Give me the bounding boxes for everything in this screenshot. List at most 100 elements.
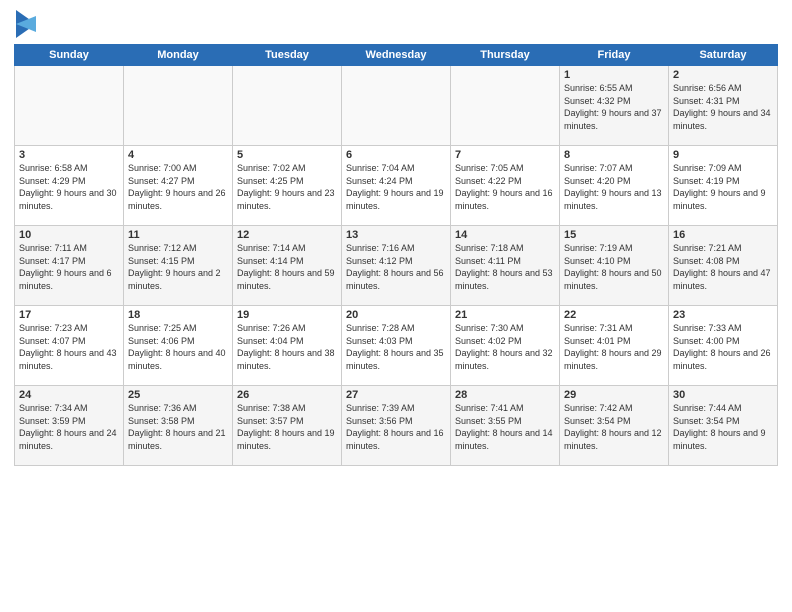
day-number: 2 (673, 69, 773, 81)
calendar-cell: 5Sunrise: 7:02 AM Sunset: 4:25 PM Daylig… (233, 146, 342, 226)
calendar-cell: 26Sunrise: 7:38 AM Sunset: 3:57 PM Dayli… (233, 386, 342, 466)
day-info: Sunrise: 7:36 AM Sunset: 3:58 PM Dayligh… (128, 402, 228, 452)
day-header-friday: Friday (560, 45, 669, 66)
day-number: 9 (673, 149, 773, 161)
day-info: Sunrise: 6:55 AM Sunset: 4:32 PM Dayligh… (564, 82, 664, 132)
calendar-cell: 1Sunrise: 6:55 AM Sunset: 4:32 PM Daylig… (560, 66, 669, 146)
logo (14, 14, 36, 38)
calendar-cell: 12Sunrise: 7:14 AM Sunset: 4:14 PM Dayli… (233, 226, 342, 306)
day-number: 29 (564, 389, 664, 401)
day-info: Sunrise: 7:02 AM Sunset: 4:25 PM Dayligh… (237, 162, 337, 212)
header (14, 10, 778, 38)
day-info: Sunrise: 7:38 AM Sunset: 3:57 PM Dayligh… (237, 402, 337, 452)
calendar-cell: 19Sunrise: 7:26 AM Sunset: 4:04 PM Dayli… (233, 306, 342, 386)
calendar-cell: 30Sunrise: 7:44 AM Sunset: 3:54 PM Dayli… (669, 386, 778, 466)
day-number: 27 (346, 389, 446, 401)
calendar-cell: 25Sunrise: 7:36 AM Sunset: 3:58 PM Dayli… (124, 386, 233, 466)
day-number: 18 (128, 309, 228, 321)
calendar-cell: 8Sunrise: 7:07 AM Sunset: 4:20 PM Daylig… (560, 146, 669, 226)
day-number: 30 (673, 389, 773, 401)
day-number: 8 (564, 149, 664, 161)
calendar-cell: 3Sunrise: 6:58 AM Sunset: 4:29 PM Daylig… (15, 146, 124, 226)
calendar-cell: 14Sunrise: 7:18 AM Sunset: 4:11 PM Dayli… (451, 226, 560, 306)
calendar-cell: 24Sunrise: 7:34 AM Sunset: 3:59 PM Dayli… (15, 386, 124, 466)
day-info: Sunrise: 7:05 AM Sunset: 4:22 PM Dayligh… (455, 162, 555, 212)
day-number: 1 (564, 69, 664, 81)
day-number: 17 (19, 309, 119, 321)
day-number: 12 (237, 229, 337, 241)
day-number: 21 (455, 309, 555, 321)
day-number: 10 (19, 229, 119, 241)
week-row-3: 10Sunrise: 7:11 AM Sunset: 4:17 PM Dayli… (15, 226, 778, 306)
day-info: Sunrise: 7:21 AM Sunset: 4:08 PM Dayligh… (673, 242, 773, 292)
logo-icon (16, 10, 36, 38)
day-number: 5 (237, 149, 337, 161)
day-info: Sunrise: 7:00 AM Sunset: 4:27 PM Dayligh… (128, 162, 228, 212)
day-info: Sunrise: 6:58 AM Sunset: 4:29 PM Dayligh… (19, 162, 119, 212)
day-info: Sunrise: 7:26 AM Sunset: 4:04 PM Dayligh… (237, 322, 337, 372)
day-header-thursday: Thursday (451, 45, 560, 66)
day-number: 26 (237, 389, 337, 401)
calendar-cell: 11Sunrise: 7:12 AM Sunset: 4:15 PM Dayli… (124, 226, 233, 306)
day-info: Sunrise: 7:39 AM Sunset: 3:56 PM Dayligh… (346, 402, 446, 452)
calendar-cell: 2Sunrise: 6:56 AM Sunset: 4:31 PM Daylig… (669, 66, 778, 146)
calendar-cell: 23Sunrise: 7:33 AM Sunset: 4:00 PM Dayli… (669, 306, 778, 386)
week-row-4: 17Sunrise: 7:23 AM Sunset: 4:07 PM Dayli… (15, 306, 778, 386)
day-info: Sunrise: 6:56 AM Sunset: 4:31 PM Dayligh… (673, 82, 773, 132)
day-number: 20 (346, 309, 446, 321)
day-number: 22 (564, 309, 664, 321)
day-number: 14 (455, 229, 555, 241)
day-info: Sunrise: 7:18 AM Sunset: 4:11 PM Dayligh… (455, 242, 555, 292)
day-number: 28 (455, 389, 555, 401)
day-number: 24 (19, 389, 119, 401)
page: SundayMondayTuesdayWednesdayThursdayFrid… (0, 0, 792, 612)
day-header-wednesday: Wednesday (342, 45, 451, 66)
calendar-cell: 6Sunrise: 7:04 AM Sunset: 4:24 PM Daylig… (342, 146, 451, 226)
day-info: Sunrise: 7:14 AM Sunset: 4:14 PM Dayligh… (237, 242, 337, 292)
day-header-tuesday: Tuesday (233, 45, 342, 66)
day-info: Sunrise: 7:31 AM Sunset: 4:01 PM Dayligh… (564, 322, 664, 372)
day-info: Sunrise: 7:42 AM Sunset: 3:54 PM Dayligh… (564, 402, 664, 452)
day-info: Sunrise: 7:07 AM Sunset: 4:20 PM Dayligh… (564, 162, 664, 212)
day-info: Sunrise: 7:41 AM Sunset: 3:55 PM Dayligh… (455, 402, 555, 452)
calendar-cell: 13Sunrise: 7:16 AM Sunset: 4:12 PM Dayli… (342, 226, 451, 306)
calendar-cell (233, 66, 342, 146)
day-info: Sunrise: 7:28 AM Sunset: 4:03 PM Dayligh… (346, 322, 446, 372)
day-number: 15 (564, 229, 664, 241)
week-row-2: 3Sunrise: 6:58 AM Sunset: 4:29 PM Daylig… (15, 146, 778, 226)
calendar-cell (451, 66, 560, 146)
header-row: SundayMondayTuesdayWednesdayThursdayFrid… (15, 45, 778, 66)
calendar-cell: 4Sunrise: 7:00 AM Sunset: 4:27 PM Daylig… (124, 146, 233, 226)
week-row-5: 24Sunrise: 7:34 AM Sunset: 3:59 PM Dayli… (15, 386, 778, 466)
calendar-cell: 16Sunrise: 7:21 AM Sunset: 4:08 PM Dayli… (669, 226, 778, 306)
week-row-1: 1Sunrise: 6:55 AM Sunset: 4:32 PM Daylig… (15, 66, 778, 146)
calendar-table: SundayMondayTuesdayWednesdayThursdayFrid… (14, 44, 778, 466)
day-info: Sunrise: 7:19 AM Sunset: 4:10 PM Dayligh… (564, 242, 664, 292)
calendar-cell: 18Sunrise: 7:25 AM Sunset: 4:06 PM Dayli… (124, 306, 233, 386)
calendar-cell (342, 66, 451, 146)
day-number: 23 (673, 309, 773, 321)
calendar-cell: 9Sunrise: 7:09 AM Sunset: 4:19 PM Daylig… (669, 146, 778, 226)
calendar-cell: 21Sunrise: 7:30 AM Sunset: 4:02 PM Dayli… (451, 306, 560, 386)
day-info: Sunrise: 7:11 AM Sunset: 4:17 PM Dayligh… (19, 242, 119, 292)
day-info: Sunrise: 7:44 AM Sunset: 3:54 PM Dayligh… (673, 402, 773, 452)
calendar-cell (15, 66, 124, 146)
day-info: Sunrise: 7:25 AM Sunset: 4:06 PM Dayligh… (128, 322, 228, 372)
calendar-cell: 7Sunrise: 7:05 AM Sunset: 4:22 PM Daylig… (451, 146, 560, 226)
calendar-cell (124, 66, 233, 146)
calendar-cell: 29Sunrise: 7:42 AM Sunset: 3:54 PM Dayli… (560, 386, 669, 466)
day-info: Sunrise: 7:23 AM Sunset: 4:07 PM Dayligh… (19, 322, 119, 372)
calendar-cell: 27Sunrise: 7:39 AM Sunset: 3:56 PM Dayli… (342, 386, 451, 466)
calendar-cell: 15Sunrise: 7:19 AM Sunset: 4:10 PM Dayli… (560, 226, 669, 306)
calendar-cell: 10Sunrise: 7:11 AM Sunset: 4:17 PM Dayli… (15, 226, 124, 306)
day-info: Sunrise: 7:12 AM Sunset: 4:15 PM Dayligh… (128, 242, 228, 292)
day-info: Sunrise: 7:16 AM Sunset: 4:12 PM Dayligh… (346, 242, 446, 292)
day-info: Sunrise: 7:33 AM Sunset: 4:00 PM Dayligh… (673, 322, 773, 372)
day-header-saturday: Saturday (669, 45, 778, 66)
calendar-cell: 22Sunrise: 7:31 AM Sunset: 4:01 PM Dayli… (560, 306, 669, 386)
day-number: 4 (128, 149, 228, 161)
day-info: Sunrise: 7:09 AM Sunset: 4:19 PM Dayligh… (673, 162, 773, 212)
day-number: 6 (346, 149, 446, 161)
day-number: 25 (128, 389, 228, 401)
day-number: 3 (19, 149, 119, 161)
